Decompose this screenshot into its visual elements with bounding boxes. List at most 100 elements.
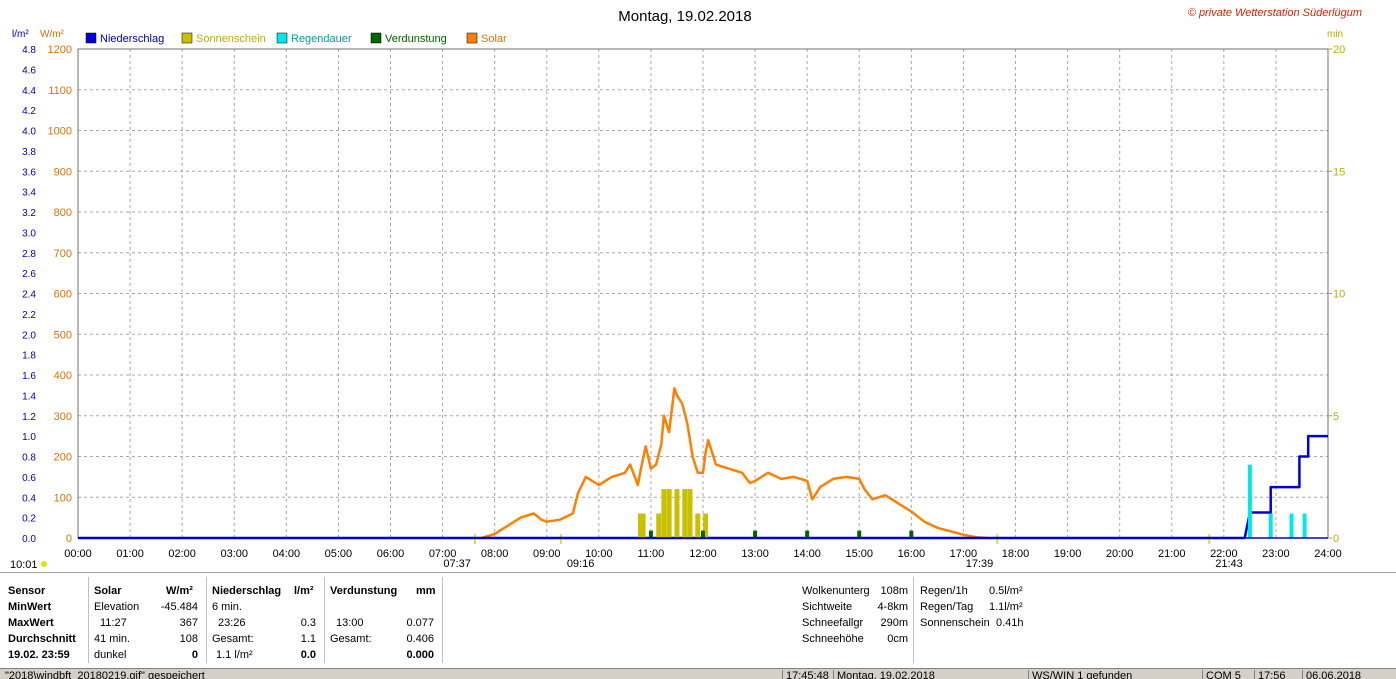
y-left-precip-tick-label: 2.0	[22, 330, 36, 341]
x-tick-label: 23:00	[1262, 548, 1290, 560]
stats-verd-r2a: 13:00	[336, 617, 364, 629]
stats-solar-r4b: 0	[191, 649, 198, 661]
x-tick-label: 13:00	[741, 548, 769, 560]
y-left-precip-tick-label: 0.6	[22, 473, 36, 484]
stats-panel: Sensor MinWert MaxWert Durchschnitt 19.0…	[0, 572, 1396, 669]
status-bar: "2018\windbft_20180219.gif" gespeichert …	[0, 668, 1396, 679]
unit-right-minutes: min	[1327, 29, 1343, 40]
x-tick-label: 19:00	[1054, 548, 1082, 560]
y-left-precip-tick-label: 2.8	[22, 249, 36, 260]
x-tick-label: 08:00	[481, 548, 509, 560]
stats-nied-r2b: 0.3	[300, 617, 316, 629]
unit-left-solar: W/m²	[40, 29, 65, 40]
stats-solar-r1a: Elevation	[94, 601, 140, 613]
stats-rowlabel-min: MinWert	[8, 601, 52, 613]
stats-right2-value-0: 0.5l/m²	[989, 585, 1023, 597]
y-left-precip-tick-label: 1.6	[22, 371, 36, 382]
x-tick-label: 16:00	[898, 548, 926, 560]
x-tick-label: 24:00	[1314, 548, 1342, 560]
stats-right2-label-2: Sonnenschein	[920, 617, 990, 629]
bar-regendauer	[1268, 513, 1273, 538]
x-tick-label: 11:00	[638, 548, 665, 560]
legend-label-verdunstung: Verdunstung	[385, 33, 447, 45]
marker-label: 17:39	[966, 558, 994, 570]
y-left-precip-tick-label: 3.6	[22, 167, 36, 178]
y-left-solar-tick-label: 1000	[48, 126, 72, 138]
y-left-solar-tick-label: 200	[54, 452, 72, 464]
marker-label: 21:43	[1215, 558, 1243, 570]
stats-right2-value-2: 0.41h	[996, 617, 1024, 629]
legend-swatch-verdunstung	[370, 32, 382, 44]
y-left-solar-tick-label: 800	[54, 207, 72, 219]
legend-label-regendauer: Regendauer	[291, 33, 352, 45]
x-tick-label: 04:00	[273, 548, 301, 560]
legend-swatch-sonnenschein	[181, 32, 193, 44]
x-tick-label: 03:00	[220, 548, 248, 560]
stats-right1-value-2: 290m	[880, 617, 908, 629]
y-left-solar-tick-label: 300	[54, 411, 72, 423]
y-left-precip-tick-label: 2.6	[22, 269, 36, 280]
y-left-solar-tick-label: 500	[54, 329, 72, 341]
y-left-precip-tick-label: 2.2	[22, 310, 36, 321]
bar-verdunstung	[857, 530, 862, 538]
legend-label-sonnenschein: Sonnenschein	[196, 33, 266, 45]
stats-nied-r3a: Gesamt:	[212, 633, 254, 645]
y-right-tick-label: 5	[1333, 411, 1339, 423]
y-left-solar-tick-label: 100	[54, 492, 72, 504]
stats-header-solar: Solar	[94, 585, 122, 597]
y-left-precip-tick-label: 0.8	[22, 453, 36, 464]
bar-regendauer	[1247, 464, 1252, 538]
bar-sonnenschein	[666, 489, 672, 538]
stats-right1-value-0: 108m	[880, 585, 908, 597]
stats-rowlabel-max: MaxWert	[8, 617, 54, 629]
stats-verd-r3a: Gesamt:	[330, 633, 372, 645]
stats-right2-label-1: Regen/Tag	[920, 601, 974, 613]
stats-solar-r3b: 108	[179, 633, 198, 645]
sun-marker-icon	[41, 561, 47, 567]
stats-right2-value-1: 1.1l/m²	[989, 601, 1023, 613]
stats-solar-r2a: 11:27	[100, 617, 127, 629]
legend-swatch-regendauer	[276, 32, 288, 44]
stats-nied-r4b: 0.0	[300, 649, 316, 661]
y-right-tick-label: 20	[1333, 44, 1345, 56]
stats-header-nied-unit: l/m²	[294, 585, 314, 597]
y-right-tick-label: 15	[1333, 166, 1345, 178]
x-tick-label: 02:00	[168, 548, 196, 560]
stats-rowlabel-current: 19.02. 23:59	[8, 649, 70, 661]
y-left-solar-tick-label: 600	[54, 289, 72, 301]
stats-solar-r4a: dunkel	[94, 649, 127, 661]
y-left-precip-tick-label: 1.0	[22, 432, 36, 443]
y-left-solar-tick-label: 400	[54, 370, 72, 382]
y-left-precip-tick-label: 1.8	[22, 351, 36, 362]
y-left-precip-tick-label: 0.4	[22, 493, 36, 504]
y-left-precip-tick-label: 3.8	[22, 147, 36, 158]
bar-verdunstung	[805, 530, 810, 538]
bar-sonnenschein	[661, 489, 667, 538]
marker-label: 09:16	[567, 558, 595, 570]
y-left-solar-tick-label: 0	[66, 533, 72, 545]
stats-right1-label-1: Sichtweite	[802, 601, 853, 613]
bar-verdunstung	[648, 530, 653, 538]
legend: Niederschlag Sonnenschein Regendauer Ver…	[85, 32, 507, 45]
y-left-precip-tick-label: 4.6	[22, 65, 36, 76]
marker-label-left: 10:01	[10, 559, 38, 571]
stats-nied-r3b: 1.1	[300, 633, 316, 645]
y-left-precip-tick-label: 3.4	[22, 188, 36, 199]
copyright-label: © private Wetterstation Süderlügum	[1188, 7, 1362, 19]
y-left-precip-tick-label: 3.2	[22, 208, 36, 219]
bar-sonnenschein	[674, 489, 680, 538]
y-left-solar-tick-label: 700	[54, 248, 72, 260]
stats-header-verd: Verdunstung	[330, 585, 398, 597]
stats-solar-r3a: 41 min.	[94, 633, 131, 645]
unit-left-precip: l/m²	[12, 29, 29, 40]
legend-label-solar: Solar	[481, 33, 507, 45]
stats-verd-r3b: 0.406	[406, 633, 434, 645]
stats-header-sensor: Sensor	[8, 585, 46, 597]
stats-divider	[913, 577, 914, 663]
y-left-solar-tick-label: 1100	[48, 85, 72, 97]
y-left-precip-tick-label: 4.8	[22, 45, 36, 56]
x-tick-label: 06:00	[377, 548, 405, 560]
bar-verdunstung	[753, 530, 758, 538]
y-left-precip-tick-label: 1.4	[22, 391, 36, 402]
bar-regendauer	[1302, 513, 1307, 538]
